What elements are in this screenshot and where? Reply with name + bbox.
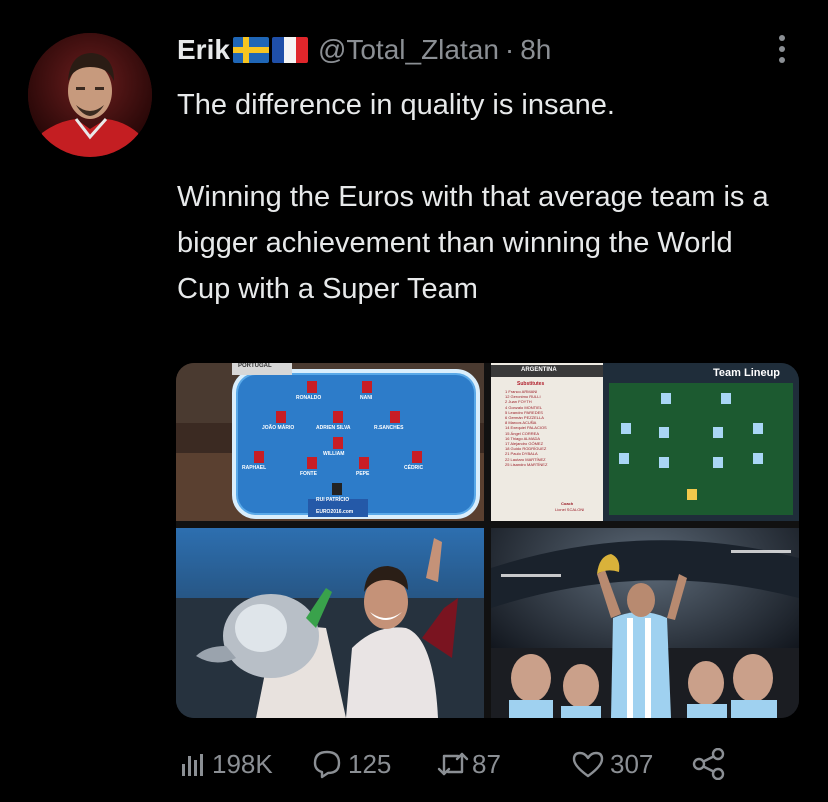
like-count: 307 (610, 748, 654, 779)
timestamp[interactable]: 8h (520, 34, 551, 66)
portugal-footer: EURO2016.com (316, 509, 354, 515)
tweet-text-line1: The difference in quality is insane. (177, 89, 615, 121)
player-label: RONALDO (296, 395, 322, 401)
avatar-photo (28, 33, 152, 157)
views-button[interactable]: 198K (180, 744, 273, 784)
media-grid[interactable]: PORTUGAL RONALDO NANI JOÃO MÁRIO ADRIEN … (176, 363, 799, 718)
share-icon (692, 748, 725, 780)
player-label: CÉDRIC (404, 465, 424, 471)
argentina-subs-list: 1 Franco ARMANI 12 Geronimo RULLI 2 Juan… (505, 389, 547, 467)
more-options-icon[interactable] (770, 30, 794, 70)
player-label: FONTE (300, 471, 317, 477)
player-label: RAPHAEL (242, 465, 267, 471)
tweet-text-paragraph2: Winning the Euros with that average team… (177, 181, 769, 305)
player-label: RUI PATRÍCIO (316, 497, 350, 503)
retweet-button[interactable]: 87 (436, 744, 501, 784)
sub-player: 14 Exequiel PALACIOS (505, 425, 547, 431)
tweet-header: Erik @Total_Zlatan · 8h (177, 34, 551, 66)
team-lineup-title: Team Lineup (713, 367, 781, 379)
sweden-flag-icon (232, 37, 269, 63)
media-messi-trophy-photo[interactable] (491, 528, 799, 718)
player-label: PEPE (356, 471, 370, 477)
ronaldo-trophy-photo (176, 528, 484, 718)
media-ronaldo-trophy-photo[interactable] (176, 528, 484, 718)
media-portugal-lineup[interactable]: PORTUGAL RONALDO NANI JOÃO MÁRIO ADRIEN … (176, 363, 484, 521)
player-label: R.SANCHES (374, 425, 404, 431)
portugal-player-labels: RONALDO NANI JOÃO MÁRIO ADRIEN SILVA R.S… (176, 363, 484, 521)
argentina-coach-label: Coach (561, 501, 574, 506)
share-button[interactable] (692, 744, 726, 784)
analytics-icon (182, 754, 203, 776)
player-label: ADRIEN SILVA (316, 425, 351, 431)
reply-count: 125 (348, 748, 392, 779)
tweet-text: The difference in quality is insane. Win… (177, 82, 777, 312)
media-argentina-lineup[interactable]: ARGENTINA Team Lineup Substitutes 1 Fran… (491, 363, 799, 521)
retweet-icon (437, 752, 469, 776)
player-label: JOÃO MÁRIO (262, 425, 295, 431)
like-button[interactable]: 307 (572, 744, 653, 784)
argentina-coach: Lionel SCALONI (555, 507, 585, 512)
retweet-count: 87 (472, 748, 501, 779)
argentina-subs-title: Substitutes (517, 381, 545, 387)
separator: · (504, 34, 515, 65)
player-label: WILLIAM (323, 451, 345, 457)
reply-button[interactable]: 125 (312, 744, 391, 784)
argentina-header: ARGENTINA (521, 367, 557, 373)
france-flag-icon (271, 37, 308, 63)
heart-icon (572, 751, 604, 778)
messi-trophy-photo (491, 528, 799, 718)
handle[interactable]: @Total_Zlatan (318, 34, 499, 66)
views-count: 198K (212, 748, 273, 779)
reply-icon (313, 750, 341, 779)
display-name[interactable]: Erik (177, 34, 230, 66)
avatar[interactable] (28, 33, 152, 157)
sub-player: 25 Lisandro MARTÍNEZ (505, 461, 548, 467)
player-label: NANI (360, 395, 373, 401)
